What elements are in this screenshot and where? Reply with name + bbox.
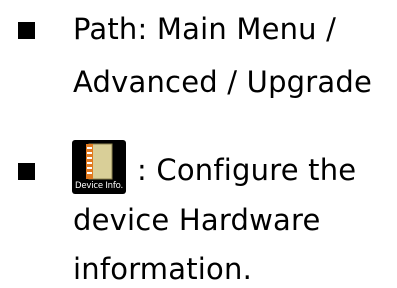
path-text-line-2: Advanced / Upgrade <box>73 65 373 99</box>
configure-text-line-3: information. <box>73 252 252 286</box>
device-info-notebook-icon <box>86 143 113 180</box>
bullet-square <box>18 22 35 39</box>
configure-text-line-2: device Hardware <box>73 203 321 237</box>
path-text-line-1: Path: Main Menu / <box>73 12 337 46</box>
bullet-square <box>18 163 35 180</box>
device-info-label: Device Info. <box>74 181 123 191</box>
configure-text-line-1: : Configure the <box>137 153 357 187</box>
device-info-button[interactable]: Device Info. <box>72 140 126 194</box>
